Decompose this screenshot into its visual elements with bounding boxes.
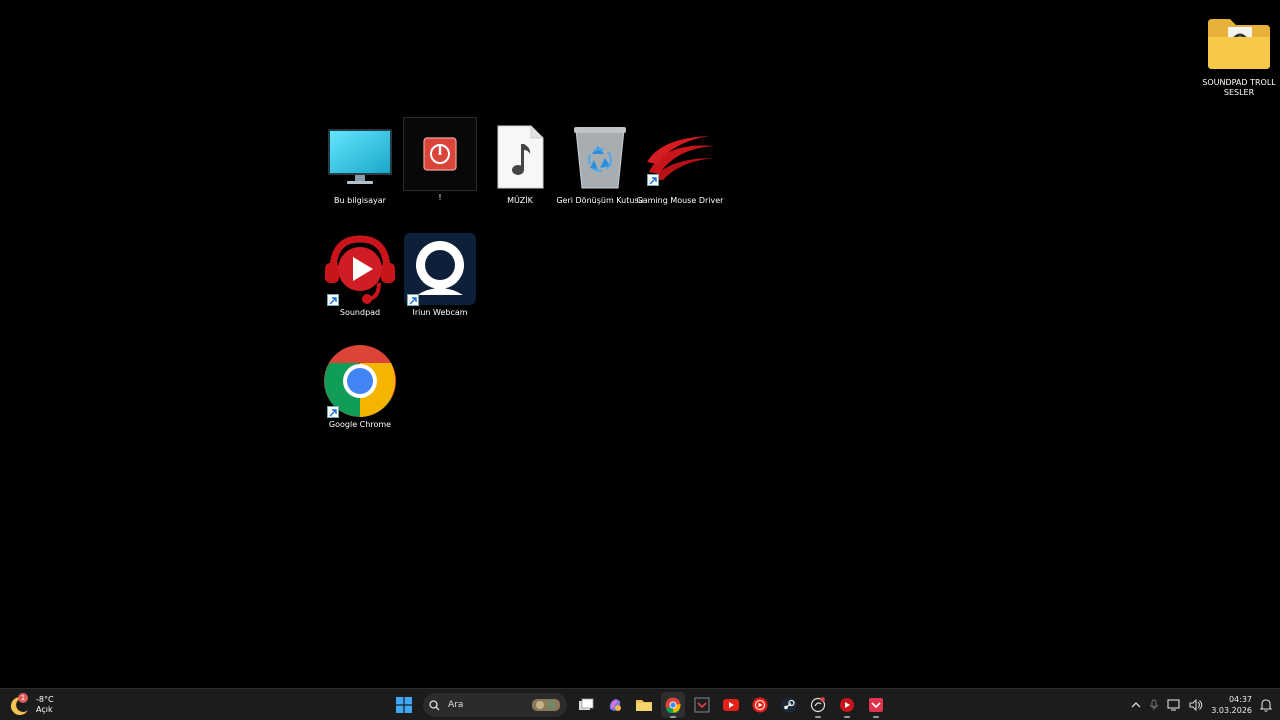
notification-bell-icon[interactable]: [1260, 698, 1272, 712]
chrome-icon: [665, 697, 681, 713]
gaming-mouse-icon: [810, 697, 826, 713]
task-view-icon: [579, 698, 594, 710]
desktop-icon-muzik[interactable]: MÜZİK: [480, 118, 560, 222]
soundpad-icon: [840, 698, 854, 712]
shortcut-arrow-icon: [407, 294, 419, 306]
moon-icon: 1: [10, 693, 32, 716]
windows-logo-icon: [396, 697, 412, 713]
task-view-button[interactable]: [574, 692, 598, 718]
shortcut-arrow-icon: [327, 406, 339, 418]
desktop-icon-label: Geri Dönüşüm Kutusu: [556, 196, 644, 205]
desktop-icon-iriun-webcam[interactable]: Iriun Webcam: [400, 230, 480, 334]
folder-icon: [1204, 10, 1274, 76]
steam-icon: [781, 697, 797, 713]
volume-icon[interactable]: [1189, 699, 1203, 711]
network-icon[interactable]: [1167, 699, 1181, 711]
clock[interactable]: 04:37 3.03.2026: [1211, 694, 1252, 716]
weather-badge: 1: [18, 693, 28, 703]
copilot-button[interactable]: [603, 692, 627, 718]
webcam-icon: [403, 232, 477, 306]
system-tray: 04:37 3.03.2026: [1131, 691, 1272, 719]
chevron-up-icon[interactable]: [1131, 700, 1141, 710]
desktop-icon-label: SOUNDPAD TROLL SESLER: [1202, 78, 1276, 97]
desktop-icon-gaming-mouse-driver[interactable]: Gaming Mouse Driver: [637, 118, 723, 222]
monitor-icon: [323, 120, 397, 194]
taskbar: 1 -8°C Açık Ara 04:37 3.03.2026: [0, 688, 1280, 720]
desktop: Bu bilgisayar ! MÜZİK Geri Dönüşüm Kutus…: [0, 0, 1280, 688]
desktop-icon-label: Google Chrome: [328, 420, 392, 429]
claw-logo-icon: [643, 120, 717, 194]
power-icon: [404, 118, 476, 190]
weather-condition: Açık: [36, 705, 53, 714]
desktop-icon-label: MÜZİK: [507, 196, 533, 205]
soundpad-icon: [323, 232, 397, 306]
weather-temp: -8°C: [36, 695, 54, 704]
desktop-icon-label: Iriun Webcam: [412, 308, 468, 317]
copilot-icon: [609, 699, 621, 711]
chrome-taskbar-button[interactable]: [661, 692, 685, 718]
desktop-icon-recycle-bin[interactable]: Geri Dönüşüm Kutusu: [556, 118, 644, 222]
search-highlight-icon: [532, 699, 560, 711]
youtube-icon: [723, 699, 739, 711]
shortcut-arrow-icon: [327, 294, 339, 306]
microphone-icon[interactable]: [1149, 699, 1159, 711]
editor-app-button[interactable]: [690, 692, 714, 718]
youtube-music-button[interactable]: [748, 692, 772, 718]
desktop-icon-label: Gaming Mouse Driver: [636, 196, 724, 205]
desktop-icon-label: Bu bilgisayar: [334, 196, 386, 205]
search-box[interactable]: Ara: [423, 693, 567, 717]
desktop-icon-exclamation[interactable]: [403, 117, 477, 191]
chrome-icon: [323, 344, 397, 418]
soundpad-taskbar-button[interactable]: [835, 692, 859, 718]
file-explorer-button[interactable]: [632, 692, 656, 718]
desktop-icon-google-chrome[interactable]: Google Chrome: [320, 342, 400, 446]
start-button[interactable]: [392, 692, 416, 718]
weather-widget[interactable]: 1 -8°C Açık: [10, 692, 54, 718]
file-explorer-icon: [636, 700, 652, 711]
desktop-icon-soundpad[interactable]: Soundpad: [320, 230, 400, 334]
search-icon: [429, 699, 440, 710]
steam-button[interactable]: [777, 692, 801, 718]
desktop-icon-soundpad-troll-sesler[interactable]: SOUNDPAD TROLL SESLER: [1196, 8, 1280, 112]
shortcut-arrow-icon: [647, 174, 659, 186]
recycle-bin-icon: [563, 120, 637, 194]
clock-date: 3.03.2026: [1211, 706, 1252, 715]
red-app-icon: [869, 698, 883, 712]
gaming-mouse-button[interactable]: [806, 692, 830, 718]
desktop-icon-this-pc[interactable]: Bu bilgisayar: [320, 118, 400, 222]
desktop-icon-label: !: [438, 193, 442, 202]
youtube-button[interactable]: [719, 692, 743, 718]
music-file-icon: [483, 120, 557, 194]
youtube-music-icon: [752, 697, 768, 713]
desktop-icon-label: Soundpad: [339, 308, 381, 317]
clock-time: 04:37: [1228, 695, 1252, 704]
editor-app-icon: [694, 697, 710, 713]
search-placeholder: Ara: [448, 700, 464, 710]
red-app-button[interactable]: [864, 692, 888, 718]
